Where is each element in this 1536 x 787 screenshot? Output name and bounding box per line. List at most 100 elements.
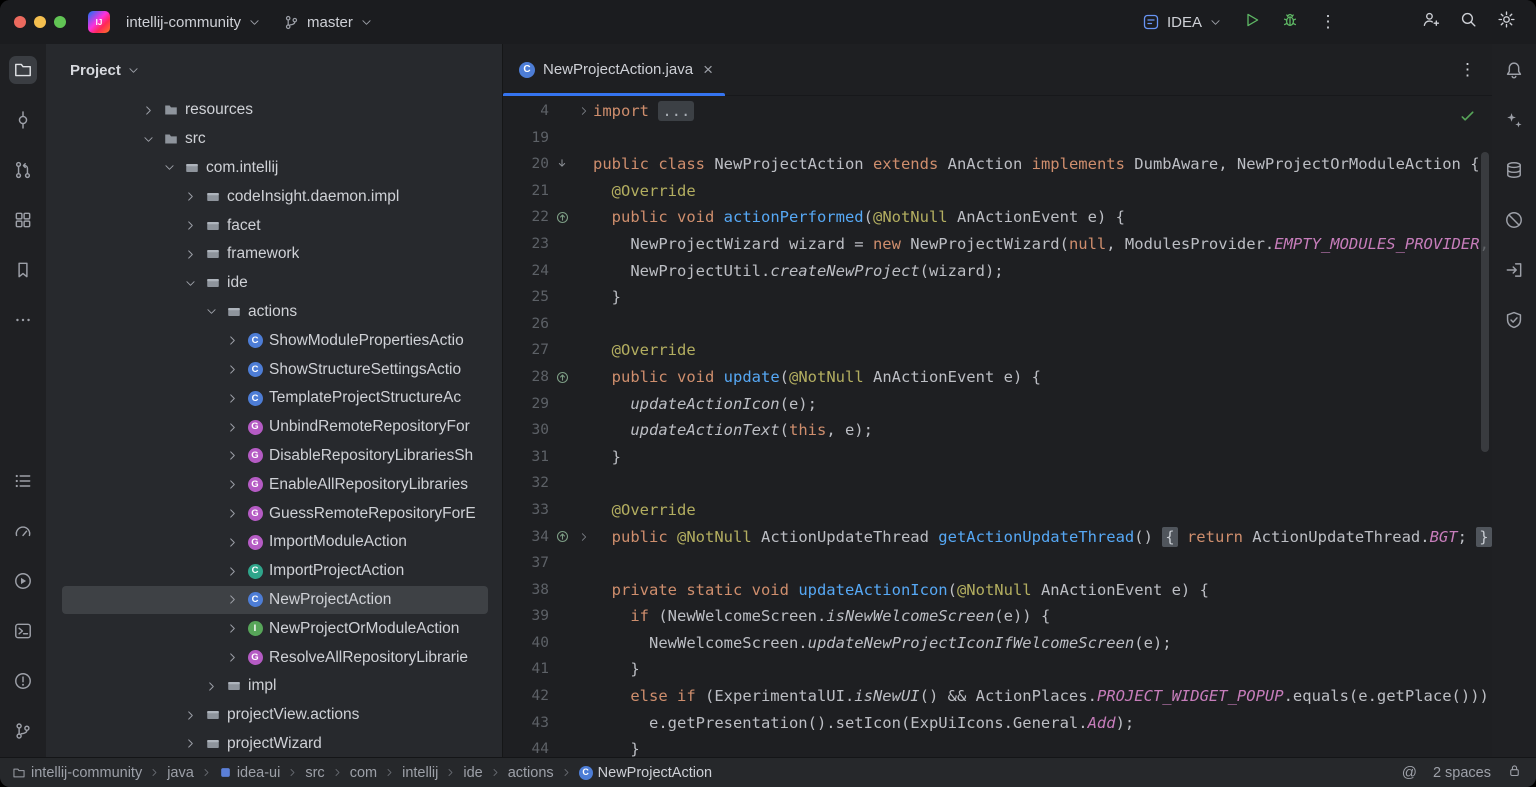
line-number[interactable]: 19: [503, 125, 549, 152]
chevron-right-icon[interactable]: [224, 419, 241, 435]
chevron-right-icon[interactable]: [224, 650, 241, 666]
profiler-tool-button[interactable]: [9, 517, 37, 545]
line-number[interactable]: 27: [503, 337, 549, 364]
code-line-34[interactable]: 34 public @NotNull ActionUpdateThread ge…: [503, 524, 1492, 551]
breadcrumb-src[interactable]: src: [305, 765, 324, 781]
tree-item-codeinsight-daemon-impl[interactable]: codeInsight.daemon.impl: [62, 182, 488, 211]
code-line-39[interactable]: 39 if (NewWelcomeScreen.isNewWelcomeScre…: [503, 603, 1492, 630]
at-sign-icon[interactable]: @: [1402, 764, 1417, 781]
code-line-26[interactable]: 26: [503, 311, 1492, 338]
notifications-tool-button[interactable]: [1500, 56, 1528, 84]
tree-item-importprojectaction[interactable]: CImportProjectAction: [62, 557, 488, 586]
code-line-22[interactable]: 22 public void actionPerformed(@NotNull …: [503, 204, 1492, 231]
chevron-right-icon[interactable]: [140, 102, 157, 118]
tree-item-com-intellij[interactable]: com.intellij: [62, 154, 488, 183]
code-line-43[interactable]: 43 e.getPresentation().setIcon(ExpUiIcon…: [503, 710, 1492, 737]
line-number[interactable]: 30: [503, 417, 549, 444]
database-tool-button[interactable]: [1500, 156, 1528, 184]
chevron-down-icon[interactable]: [203, 304, 220, 320]
chevron-right-icon[interactable]: [224, 592, 241, 608]
chevron-right-icon[interactable]: [203, 678, 220, 694]
code-editor[interactable]: 4import ...1920public class NewProjectAc…: [503, 96, 1492, 757]
code-line-29[interactable]: 29 updateActionIcon(e);: [503, 391, 1492, 418]
settings-button[interactable]: [1490, 6, 1522, 38]
tree-item-actions[interactable]: actions: [62, 298, 488, 327]
line-number[interactable]: 33: [503, 497, 549, 524]
line-number[interactable]: 23: [503, 231, 549, 258]
structure-tool-button[interactable]: [9, 206, 37, 234]
line-number[interactable]: 42: [503, 683, 549, 710]
tree-item-guessremoterepositoryfore[interactable]: GGuessRemoteRepositoryForE: [62, 499, 488, 528]
tree-item-unbindremoterepositoryfor[interactable]: GUnbindRemoteRepositoryFor: [62, 413, 488, 442]
project-widget[interactable]: intellij-community: [118, 9, 269, 36]
run-tool-button[interactable]: [9, 567, 37, 595]
editor-options-button[interactable]: ⋮: [1459, 60, 1476, 80]
tree-item-templateprojectstructureac[interactable]: CTemplateProjectStructureAc: [62, 384, 488, 413]
tree-item-projectwizard[interactable]: projectWizard: [62, 730, 488, 757]
line-number[interactable]: 22: [503, 204, 549, 231]
tree-item-facet[interactable]: facet: [62, 211, 488, 240]
tree-item-newprojectormoduleaction[interactable]: INewProjectOrModuleAction: [62, 614, 488, 643]
tree-item-projectview-actions[interactable]: projectView.actions: [62, 701, 488, 730]
run-button[interactable]: [1236, 6, 1268, 38]
no-entry-tool-button[interactable]: [1500, 206, 1528, 234]
line-number[interactable]: 31: [503, 444, 549, 471]
lock-icon[interactable]: [1507, 763, 1522, 782]
line-number[interactable]: 40: [503, 630, 549, 657]
overrides-gutter-icon[interactable]: [549, 524, 575, 551]
shield-check-tool-button[interactable]: [1500, 306, 1528, 334]
line-number[interactable]: 29: [503, 391, 549, 418]
commit-tool-button[interactable]: [9, 106, 37, 134]
todo-tool-button[interactable]: [9, 467, 37, 495]
more-actions-button[interactable]: ⋮: [1312, 6, 1344, 38]
project-tool-button[interactable]: [9, 56, 37, 84]
line-number[interactable]: 24: [503, 258, 549, 285]
indent-widget[interactable]: 2 spaces: [1433, 765, 1491, 781]
chevron-right-icon[interactable]: [224, 448, 241, 464]
breadcrumb-intellij[interactable]: intellij: [402, 765, 438, 781]
tree-item-importmoduleaction[interactable]: GImportModuleAction: [62, 528, 488, 557]
tree-item-resources[interactable]: resources: [62, 96, 488, 125]
tree-item-newprojectaction[interactable]: CNewProjectAction: [62, 586, 488, 615]
tree-item-enableallrepositorylibraries[interactable]: GEnableAllRepositoryLibraries: [62, 470, 488, 499]
more-tool-windows-tool-button[interactable]: [9, 306, 37, 334]
close-tab-icon[interactable]: ×: [703, 60, 713, 80]
breadcrumb-intellij-community[interactable]: intellij-community: [12, 765, 142, 781]
code-line-37[interactable]: 37: [503, 550, 1492, 577]
tree-item-impl[interactable]: impl: [62, 672, 488, 701]
chevron-right-icon[interactable]: [224, 563, 241, 579]
chevron-right-icon[interactable]: [182, 707, 199, 723]
code-line-21[interactable]: 21 @Override: [503, 178, 1492, 205]
chevron-right-icon[interactable]: [224, 390, 241, 406]
tree-item-showmodulepropertiesactio[interactable]: CShowModulePropertiesActio: [62, 326, 488, 355]
line-number[interactable]: 25: [503, 284, 549, 311]
code-line-25[interactable]: 25 }: [503, 284, 1492, 311]
chevron-right-icon[interactable]: [224, 621, 241, 637]
overrides-gutter-icon[interactable]: [549, 204, 575, 231]
breadcrumb-actions[interactable]: actions: [508, 765, 554, 781]
code-line-31[interactable]: 31 }: [503, 444, 1492, 471]
line-number[interactable]: 21: [503, 178, 549, 205]
chevron-right-icon[interactable]: [224, 333, 241, 349]
tree-item-framework[interactable]: framework: [62, 240, 488, 269]
line-number[interactable]: 26: [503, 311, 549, 338]
code-line-40[interactable]: 40 NewWelcomeScreen.updateNewProjectIcon…: [503, 630, 1492, 657]
problems-tool-button[interactable]: [9, 667, 37, 695]
chevron-right-icon[interactable]: [182, 189, 199, 205]
pull-requests-tool-button[interactable]: [9, 156, 37, 184]
chevron-right-icon[interactable]: [224, 506, 241, 522]
tree-item-disablerepositorylibrariessh[interactable]: GDisableRepositoryLibrariesSh: [62, 442, 488, 471]
code-line-24[interactable]: 24 NewProjectUtil.createNewProject(wizar…: [503, 258, 1492, 285]
line-number[interactable]: 41: [503, 656, 549, 683]
breadcrumb-newprojectaction[interactable]: CNewProjectAction: [579, 765, 712, 781]
tree-item-ide[interactable]: ide: [62, 269, 488, 298]
chevron-down-icon[interactable]: [161, 160, 178, 176]
chevron-right-icon[interactable]: [224, 534, 241, 550]
breadcrumb-java[interactable]: java: [167, 765, 194, 781]
code-line-20[interactable]: 20public class NewProjectAction extends …: [503, 151, 1492, 178]
bookmarks-tool-button[interactable]: [9, 256, 37, 284]
code-line-44[interactable]: 44 }: [503, 736, 1492, 757]
code-line-33[interactable]: 33 @Override: [503, 497, 1492, 524]
code-line-27[interactable]: 27 @Override: [503, 337, 1492, 364]
version-control-tool-button[interactable]: [9, 717, 37, 745]
